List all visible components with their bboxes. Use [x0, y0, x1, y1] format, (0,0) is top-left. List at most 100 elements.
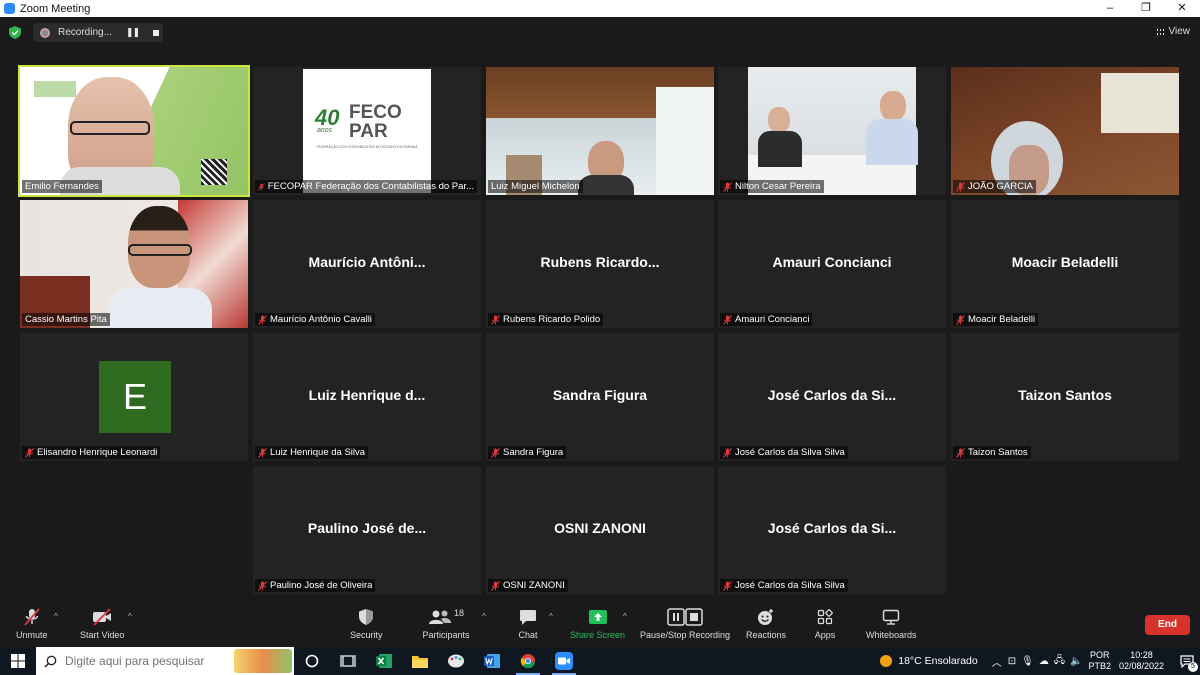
- muted-mic-icon: [491, 580, 500, 591]
- share-options-chevron-icon[interactable]: ^: [623, 612, 627, 621]
- apps-button[interactable]: Apps: [814, 606, 836, 640]
- security-button[interactable]: Security: [350, 606, 383, 640]
- windows-start-button[interactable]: [0, 647, 36, 675]
- start-video-label: Start Video: [80, 630, 125, 640]
- window-titlebar: Zoom Meeting – ❐ ✕: [0, 0, 1200, 17]
- participant-name: Cassio Martins Pita: [25, 314, 107, 325]
- video-camera-off-icon: [93, 608, 112, 626]
- chat-options-chevron-icon[interactable]: ^: [549, 612, 553, 621]
- excel-icon: [376, 654, 392, 668]
- audio-options-chevron-icon[interactable]: ^: [54, 612, 58, 621]
- view-button[interactable]: View: [1155, 26, 1191, 37]
- participant-tile[interactable]: Luiz Henrique d... Luiz Henrique da Silva: [253, 333, 481, 461]
- participant-name: OSNI ZANONI: [503, 580, 565, 591]
- participant-tile[interactable]: E Elisandro Henrique Leonardi: [20, 333, 248, 461]
- weather-label[interactable]: 18°C Ensolarado: [898, 655, 978, 667]
- participant-tile[interactable]: Emilio Fernandes: [18, 65, 250, 197]
- excel-app-button[interactable]: [366, 647, 402, 675]
- video-options-chevron-icon[interactable]: ^: [128, 612, 132, 621]
- participant-name: Taizon Santos: [968, 447, 1028, 458]
- taskbar-clock[interactable]: 10:28 02/08/2022: [1119, 650, 1164, 672]
- participant-name-tag: Amauri Concianci: [720, 313, 813, 326]
- tray-chevron-up-icon[interactable]: ︿: [992, 654, 1002, 669]
- participant-display-name: Luiz Henrique d...: [308, 387, 426, 403]
- participant-tile[interactable]: Taizon Santos Taizon Santos: [951, 333, 1179, 461]
- participant-display-name: Taizon Santos: [1018, 387, 1112, 403]
- participant-tile[interactable]: Rubens Ricardo... Rubens Ricardo Polido: [486, 200, 714, 328]
- network-icon[interactable]: 🖧: [1054, 653, 1065, 670]
- task-view-button[interactable]: [330, 647, 366, 675]
- participant-tile[interactable]: Sandra Figura Sandra Figura: [486, 333, 714, 461]
- folder-icon: [412, 655, 428, 668]
- chat-button[interactable]: Chat: [517, 606, 539, 640]
- zoom-video-icon: [555, 652, 573, 670]
- participants-count: 18: [453, 608, 464, 618]
- participant-name: Amauri Concianci: [735, 314, 810, 325]
- participant-name: José Carlos da Silva Silva: [735, 580, 845, 591]
- volume-icon[interactable]: 🔈: [1070, 656, 1082, 667]
- pause-recording-icon[interactable]: ❚❚: [126, 27, 140, 38]
- zoom-app-button[interactable]: [546, 647, 582, 675]
- view-label: View: [1168, 26, 1191, 37]
- encryption-shield-icon[interactable]: [9, 26, 21, 39]
- participant-tile[interactable]: José Carlos da Si... José Carlos da Silva…: [718, 333, 946, 461]
- paint-app-button[interactable]: [438, 647, 474, 675]
- taskbar-search-box[interactable]: [36, 647, 294, 675]
- participant-tile[interactable]: 40 anos FECO PAR FEDERAÇÃO DOS CONTABILISTAS…: [253, 67, 481, 195]
- window-title: Zoom Meeting: [20, 2, 91, 15]
- reactions-label: Reactions: [746, 630, 787, 640]
- cortana-circle-icon: [305, 654, 319, 668]
- participant-tile[interactable]: Nilton Cesar Pereira: [718, 67, 946, 195]
- participant-name: FECOPAR Federação dos Contabilistas do P…: [267, 181, 474, 192]
- meeting-top-strip: Recording... ❚❚ View: [0, 17, 1200, 47]
- participant-tile[interactable]: OSNI ZANONI OSNI ZANONI: [486, 466, 714, 594]
- participant-tile[interactable]: Cassio Martins Pita: [20, 200, 248, 328]
- participant-tile[interactable]: Maurício Antôni... Maurício Antônio Caval…: [253, 200, 481, 328]
- word-app-button[interactable]: [474, 647, 510, 675]
- whiteboards-button[interactable]: Whiteboards: [866, 606, 917, 640]
- notifications-button[interactable]: 5: [1174, 647, 1200, 675]
- participant-tile[interactable]: Paulino José de... Paulino José de Olivei…: [253, 466, 481, 594]
- weather-sun-icon[interactable]: [880, 655, 893, 667]
- chrome-app-button[interactable]: [510, 647, 546, 675]
- pause-stop-icon: [667, 608, 703, 626]
- cloud-icon[interactable]: ☁: [1039, 656, 1049, 667]
- pause-stop-label: Pause/Stop Recording: [640, 630, 731, 640]
- muted-mic-icon: [723, 181, 732, 192]
- participant-name-tag: JOÃO GARCIA: [953, 180, 1036, 193]
- language-indicator[interactable]: POR PTB2: [1088, 650, 1111, 672]
- reactions-button[interactable]: Reactions: [746, 606, 786, 640]
- muted-mic-icon: [25, 447, 34, 458]
- unmute-button[interactable]: Unmute: [16, 606, 48, 640]
- participant-display-name: OSNI ZANONI: [554, 520, 646, 536]
- participant-name-tag: Nilton Cesar Pereira: [720, 180, 824, 193]
- participant-tile[interactable]: Moacir Beladelli Moacir Beladelli: [951, 200, 1179, 328]
- security-label: Security: [350, 630, 383, 640]
- share-screen-button[interactable]: Share Screen: [570, 606, 625, 640]
- taskbar-search-input[interactable]: [65, 654, 230, 668]
- maximize-button[interactable]: ❐: [1128, 0, 1164, 17]
- end-meeting-button[interactable]: End: [1145, 615, 1190, 635]
- cortana-button[interactable]: [294, 647, 330, 675]
- start-video-button[interactable]: Start Video: [80, 606, 124, 640]
- chat-bubble-icon: [520, 609, 536, 625]
- close-button[interactable]: ✕: [1164, 0, 1200, 17]
- minimize-button[interactable]: –: [1092, 0, 1128, 17]
- microphone-tray-icon[interactable]: 🎙: [1021, 656, 1034, 667]
- participant-tile[interactable]: Luiz Miguel Michelon: [486, 67, 714, 195]
- participant-name-tag: Rubens Ricardo Polido: [488, 313, 604, 326]
- participant-name-tag: Taizon Santos: [953, 446, 1031, 459]
- microphone-muted-icon: [24, 608, 40, 626]
- participant-tile[interactable]: Amauri Concianci Amauri Concianci: [718, 200, 946, 328]
- reactions-smiley-icon: [758, 609, 774, 625]
- participant-tile[interactable]: JOÃO GARCIA: [951, 67, 1179, 195]
- participant-tile[interactable]: José Carlos da Si... José Carlos da Silva…: [718, 466, 946, 594]
- pause-stop-recording-button[interactable]: Pause/Stop Recording: [640, 606, 730, 640]
- participants-button[interactable]: 18 Participants: [422, 606, 470, 640]
- tray-device-icon[interactable]: ⊡: [1008, 656, 1016, 667]
- participant-display-name: Amauri Concianci: [772, 254, 892, 270]
- participants-options-chevron-icon[interactable]: ^: [482, 612, 486, 621]
- stop-recording-icon[interactable]: [153, 29, 160, 36]
- file-explorer-button[interactable]: [402, 647, 438, 675]
- paint-palette-icon: [448, 654, 464, 668]
